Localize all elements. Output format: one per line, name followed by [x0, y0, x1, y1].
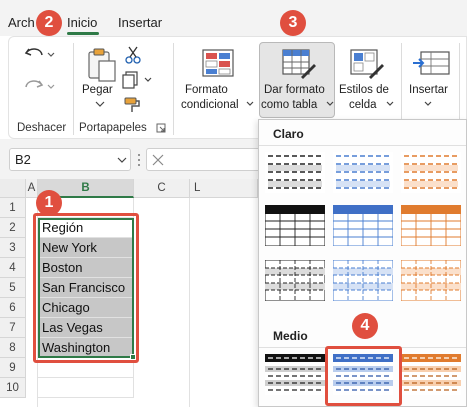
- table-style-light-4[interactable]: [265, 205, 325, 246]
- row-header[interactable]: 9: [0, 358, 26, 378]
- undo-icon[interactable]: [23, 45, 55, 65]
- table-style-light-1[interactable]: [265, 152, 325, 193]
- table-style-light-6[interactable]: [401, 205, 461, 246]
- row-header[interactable]: 1: [0, 198, 26, 218]
- step-badge-1: 1: [36, 190, 62, 216]
- row-header[interactable]: 8: [0, 338, 26, 358]
- cut-icon[interactable]: [123, 45, 143, 65]
- paste-icon[interactable]: [85, 47, 119, 83]
- table-style-medium-3[interactable]: [401, 354, 461, 395]
- conditional-format-label-1[interactable]: Formato: [185, 83, 228, 98]
- conditional-format-label-2[interactable]: condicional: [181, 98, 239, 113]
- name-box-value: B2: [15, 152, 31, 167]
- cell-b10[interactable]: [38, 378, 134, 398]
- cell-styles-label-1[interactable]: Estilos de: [339, 83, 389, 98]
- light-section-label: Claro: [273, 127, 304, 141]
- step-badge-2: 2: [36, 10, 62, 36]
- row-header[interactable]: 6: [0, 298, 26, 318]
- row-header[interactable]: 2: [0, 218, 26, 238]
- row-header[interactable]: 10: [0, 378, 26, 398]
- cell-styles-icon[interactable]: [349, 47, 385, 83]
- column-header-c[interactable]: C: [134, 179, 190, 198]
- paste-label[interactable]: Pegar: [82, 83, 113, 98]
- undo-group-label: Deshacer: [17, 122, 67, 134]
- table-style-light-8[interactable]: [333, 260, 393, 301]
- table-style-medium-1[interactable]: [265, 354, 325, 395]
- chevron-down-icon[interactable]: [245, 99, 255, 109]
- tab-archivo[interactable]: Arch: [8, 15, 35, 30]
- column-header-a[interactable]: A: [26, 179, 38, 198]
- step-badge-4: 4: [352, 313, 378, 339]
- worksheet-grid: A B C L 1 2 3 4 5 6 7 8 9 10 Región New …: [0, 179, 258, 407]
- step-badge-3: 3: [280, 10, 306, 36]
- formula-input[interactable]: [146, 148, 266, 171]
- cancel-icon[interactable]: [152, 154, 164, 166]
- tab-inicio[interactable]: Inicio: [67, 15, 97, 30]
- copy-icon[interactable]: [121, 70, 155, 90]
- column-c-cells[interactable]: [134, 198, 190, 407]
- select-all-corner[interactable]: [0, 179, 26, 198]
- highlight-range-box: [33, 213, 139, 363]
- clipboard-group-label: Portapapeles: [79, 122, 147, 134]
- dialog-launcher-icon[interactable]: [156, 123, 166, 133]
- redo-icon[interactable]: [23, 77, 55, 97]
- row-header[interactable]: 7: [0, 318, 26, 338]
- medium-section-label: Medio: [273, 329, 308, 343]
- chevron-down-icon[interactable]: [116, 155, 128, 165]
- table-style-light-3[interactable]: [401, 152, 461, 193]
- table-style-light-5[interactable]: [333, 205, 393, 246]
- table-style-light-7[interactable]: [265, 260, 325, 301]
- chevron-down-icon[interactable]: [385, 99, 395, 109]
- tab-insertar[interactable]: Insertar: [118, 15, 162, 30]
- column-header-l[interactable]: L: [190, 179, 258, 198]
- chevron-down-icon[interactable]: [423, 99, 433, 109]
- more-icon[interactable]: [136, 153, 142, 167]
- insert-cells-icon[interactable]: [413, 49, 453, 81]
- divider: [259, 145, 466, 146]
- ribbon-separator: [173, 43, 174, 135]
- table-style-light-9[interactable]: [401, 260, 461, 301]
- chevron-down-icon[interactable]: [93, 99, 107, 109]
- row-header[interactable]: 3: [0, 238, 26, 258]
- name-box[interactable]: B2: [9, 148, 131, 171]
- row-header[interactable]: 4: [0, 258, 26, 278]
- insert-label[interactable]: Insertar: [409, 83, 448, 98]
- ribbon-tabs: Arch Inicio Insertar: [0, 0, 467, 36]
- row-header[interactable]: 5: [0, 278, 26, 298]
- conditional-format-icon[interactable]: [201, 47, 237, 83]
- format-painter-icon[interactable]: [123, 95, 143, 115]
- cell-styles-label-2[interactable]: celda: [349, 98, 377, 113]
- active-tab-indicator: [67, 32, 99, 35]
- table-style-gallery: Claro Medio: [258, 119, 467, 407]
- table-style-light-2[interactable]: [333, 152, 393, 193]
- highlight-style-box: [325, 346, 402, 406]
- ribbon-separator: [73, 43, 74, 135]
